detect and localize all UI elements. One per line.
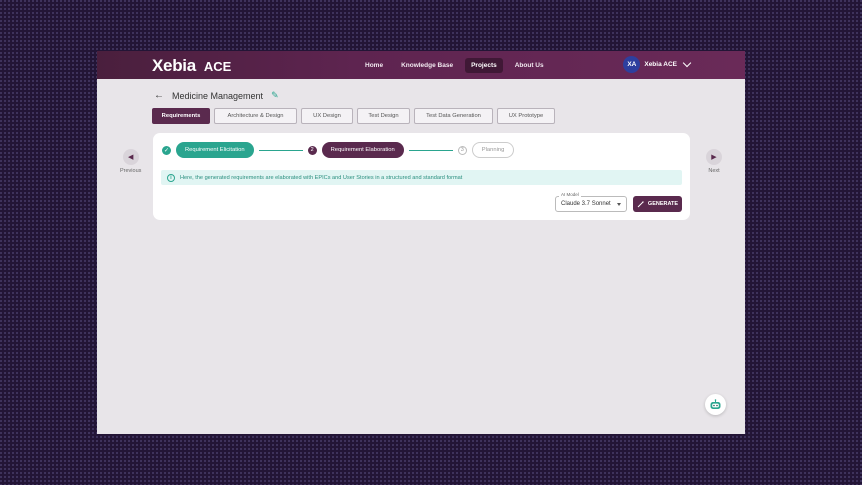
step-requirement-elaboration[interactable]: Requirement Elaboration (321, 142, 404, 158)
app-window: Xebia ACE Home Knowledge Base Projects A… (97, 51, 745, 434)
next-button[interactable]: ▶ Next (706, 149, 722, 174)
requirements-card: ✓ Requirement Elicitation 2 Requirement … (153, 133, 690, 220)
info-banner: i Here, the generated requirements are e… (161, 170, 682, 185)
magic-wand-icon (637, 200, 645, 207)
previous-button[interactable]: ◀ Previous (120, 149, 141, 174)
tab-architecture-design[interactable]: Architecture & Design (214, 108, 297, 124)
step-number: 3 (457, 145, 467, 155)
arrow-left-icon[interactable]: ← (154, 90, 164, 101)
tab-requirements[interactable]: Requirements (152, 108, 210, 124)
page-header: ← Medicine Management ✎ (154, 90, 279, 101)
top-navbar: Xebia ACE Home Knowledge Base Projects A… (97, 51, 745, 79)
logo[interactable]: Xebia ACE (152, 56, 231, 76)
tab-bar: Requirements Architecture & Design UX De… (152, 108, 555, 124)
next-label: Next (708, 168, 720, 174)
caret-down-icon (617, 203, 621, 206)
check-icon: ✓ (162, 145, 171, 155)
logo-text: Xebia (152, 56, 196, 75)
nav-about-us[interactable]: About Us (509, 58, 550, 73)
user-menu[interactable]: XA Xebia ACE (623, 56, 692, 73)
chevron-down-icon (682, 58, 692, 68)
nav-knowledge-base[interactable]: Knowledge Base (395, 58, 459, 73)
step-number: 2 (307, 145, 317, 155)
user-name: Xebia ACE (644, 61, 677, 68)
previous-label: Previous (120, 168, 142, 174)
ai-model-label: AI Model (559, 192, 581, 197)
page-title: Medicine Management (172, 90, 264, 101)
pencil-icon[interactable]: ✎ (271, 90, 279, 101)
stepper: ✓ Requirement Elicitation 2 Requirement … (162, 142, 515, 158)
skip-previous-icon: ◀ (122, 149, 139, 165)
nav-home[interactable]: Home (359, 58, 389, 73)
nav-projects[interactable]: Projects (465, 57, 503, 73)
tab-ux-prototype[interactable]: UX Prototype (497, 108, 555, 124)
step-requirement-elicitation[interactable]: Requirement Elicitation (176, 142, 254, 158)
ai-model-value: Claude 3.7 Sonnet (561, 201, 611, 207)
tab-ux-design[interactable]: UX Design (301, 108, 353, 124)
step-connector (258, 149, 303, 151)
avatar: XA (623, 56, 641, 73)
step-planning[interactable]: Planning (471, 142, 515, 158)
tab-test-data-generation[interactable]: Test Data Generation (414, 108, 493, 124)
skip-next-icon: ▶ (706, 149, 722, 165)
step-connector (408, 149, 453, 151)
product-name: ACE (203, 58, 232, 74)
ai-model-select[interactable]: AI Model Claude 3.7 Sonnet (555, 192, 627, 212)
generate-label: GENERATE (647, 201, 679, 207)
generate-button[interactable]: GENERATE (633, 196, 682, 212)
info-icon: i (167, 173, 175, 182)
info-text: Here, the generated requirements are ela… (180, 174, 463, 181)
tab-test-design[interactable]: Test Design (357, 108, 410, 124)
main-nav: Home Knowledge Base Projects About Us (359, 51, 550, 79)
robot-icon (710, 398, 721, 409)
chatbot-icon[interactable] (705, 394, 726, 415)
